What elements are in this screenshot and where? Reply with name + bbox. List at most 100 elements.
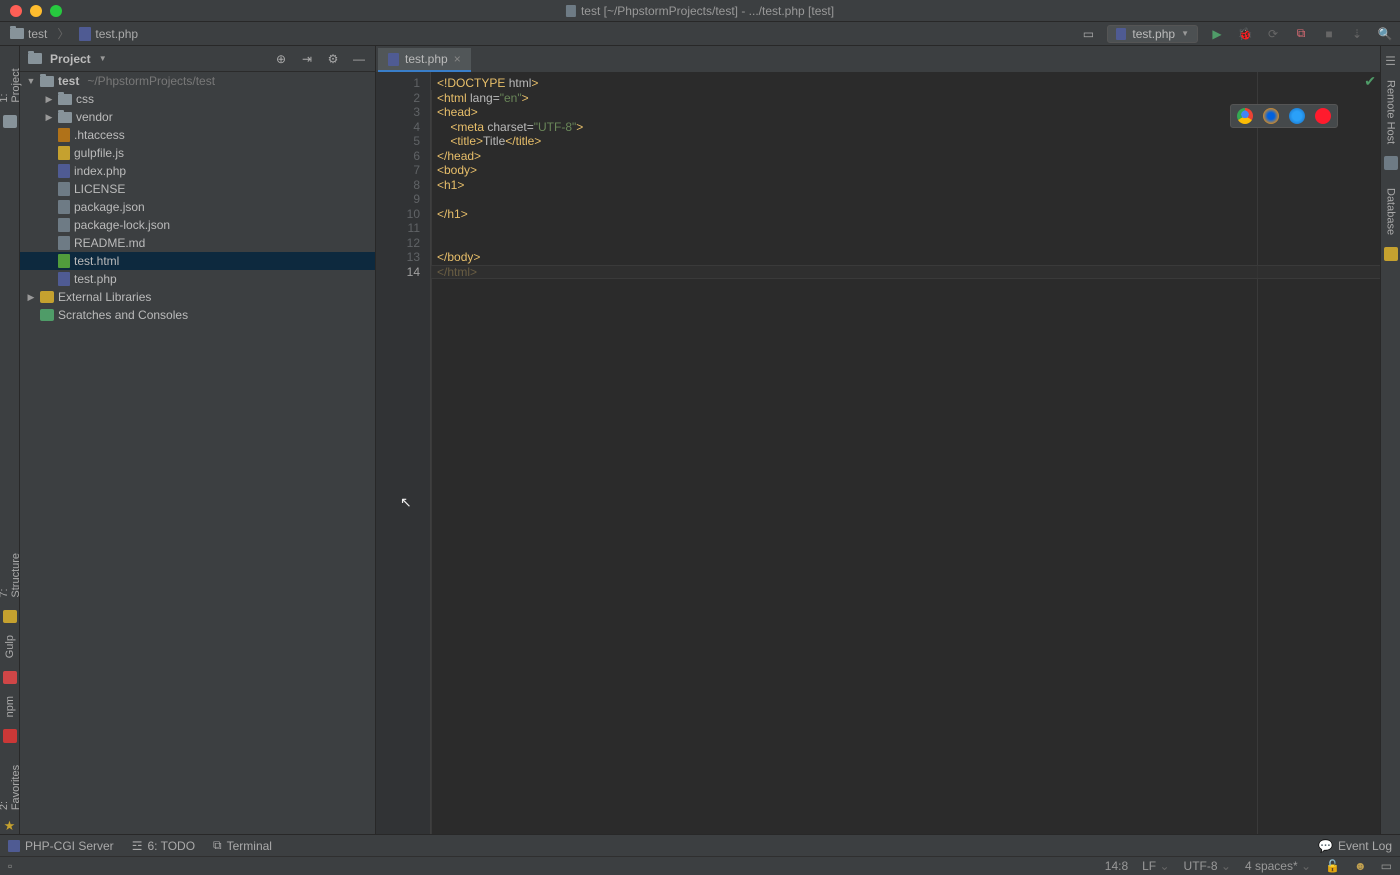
settings-stripe-icon[interactable]: ☰ <box>1384 54 1398 68</box>
line-number[interactable]: 11 <box>380 221 420 236</box>
hide-icon[interactable]: — <box>351 52 367 66</box>
vcs-update-button[interactable]: ⇣ <box>1348 27 1366 41</box>
database-stripe-icon[interactable] <box>1384 247 1398 261</box>
tree-file[interactable]: ▶test.html <box>20 252 375 270</box>
run-button[interactable]: ▶ <box>1208 27 1226 41</box>
tree-file[interactable]: ▶.htaccess <box>20 126 375 144</box>
gear-icon[interactable]: ⚙ <box>325 52 341 66</box>
code-line[interactable]: </h1> <box>437 207 1374 222</box>
code-line[interactable]: <title>Title</title> <box>437 134 1374 149</box>
remote-stripe-icon[interactable] <box>1384 156 1398 170</box>
line-number[interactable]: 2 <box>380 91 420 106</box>
collapse-icon[interactable]: ⇥ <box>299 52 315 66</box>
chevron-down-icon[interactable]: ▼ <box>99 54 107 63</box>
star-icon[interactable]: ★ <box>4 818 16 834</box>
tree-file[interactable]: ▶package-lock.json <box>20 216 375 234</box>
project-panel-title[interactable]: Project <box>50 52 91 66</box>
profile-button[interactable]: ⧉ <box>1292 26 1310 41</box>
line-number[interactable]: 10 <box>380 207 420 222</box>
tree-file[interactable]: ▶package.json <box>20 198 375 216</box>
line-number[interactable]: 13 <box>380 250 420 265</box>
status-encoding[interactable]: UTF-8 <box>1184 859 1218 873</box>
tree-folder[interactable]: ▶vendor <box>20 108 375 126</box>
project-tree[interactable]: ▼ test ~/PhpstormProjects/test ▶css▶vend… <box>20 72 375 834</box>
code-line[interactable]: </head> <box>437 149 1374 164</box>
status-line-separator[interactable]: LF <box>1142 859 1156 873</box>
code-line[interactable]: <!DOCTYPE html> <box>437 76 1374 91</box>
safari-icon[interactable] <box>1289 108 1305 124</box>
tree-folder[interactable]: ▶css <box>20 90 375 108</box>
line-number[interactable]: 8 <box>380 178 420 193</box>
project-stripe-icon[interactable] <box>3 115 17 128</box>
tree-file[interactable]: ▶README.md <box>20 234 375 252</box>
status-readonly-icon[interactable]: 🔓 <box>1325 859 1340 873</box>
structure-stripe-icon[interactable] <box>3 610 17 623</box>
gulp-stripe-icon[interactable] <box>3 671 17 684</box>
tree-root[interactable]: ▼ test ~/PhpstormProjects/test <box>20 72 375 90</box>
run-config-selector[interactable]: test.php ▼ <box>1107 25 1198 43</box>
sidebar-tab-favorites[interactable]: 2: Favorites <box>0 747 22 818</box>
debug-button[interactable]: 🐞 <box>1236 27 1254 41</box>
stop-button[interactable]: ■ <box>1320 27 1338 41</box>
sidebar-tab-project[interactable]: 1: Project <box>0 50 22 111</box>
expand-arrow-icon[interactable]: ▶ <box>44 112 54 123</box>
breadcrumb-file[interactable]: test.php <box>75 25 142 43</box>
line-number[interactable]: 9 <box>380 192 420 207</box>
line-gutter[interactable]: 1234567891011121314 <box>376 72 431 834</box>
tree-scratches[interactable]: ▶ Scratches and Consoles <box>20 306 375 324</box>
code-line[interactable] <box>437 221 1374 236</box>
chrome-icon[interactable] <box>1237 108 1253 124</box>
code-line[interactable]: <h1> <box>437 178 1374 193</box>
zoom-window-button[interactable] <box>50 5 62 17</box>
sidebar-tab-npm[interactable]: npm <box>4 688 16 725</box>
search-everywhere-button[interactable]: 🔍 <box>1376 27 1394 41</box>
tool-terminal[interactable]: ⧉ Terminal <box>213 838 272 853</box>
locate-icon[interactable]: ⊕ <box>273 52 289 66</box>
run-dashboard-icon[interactable]: ▭ <box>1079 27 1097 41</box>
status-mem-icon[interactable]: ▭ <box>1381 859 1392 873</box>
tool-event-log[interactable]: 💬 Event Log <box>1318 839 1392 853</box>
line-number[interactable]: 5 <box>380 134 420 149</box>
minimize-window-button[interactable] <box>30 5 42 17</box>
tree-file[interactable]: ▶index.php <box>20 162 375 180</box>
code-line[interactable] <box>437 192 1374 207</box>
status-inspection-icon[interactable]: ☻ <box>1354 859 1367 873</box>
code-line[interactable]: <body> <box>437 163 1374 178</box>
expand-arrow-icon[interactable]: ▶ <box>26 292 36 303</box>
code-line[interactable] <box>437 236 1374 251</box>
code-line[interactable]: </body> <box>437 250 1374 265</box>
line-number[interactable]: 4 <box>380 120 420 135</box>
expand-arrow-icon[interactable]: ▼ <box>26 76 36 86</box>
inspection-ok-icon[interactable]: ✔ <box>1364 74 1376 89</box>
firefox-icon[interactable] <box>1263 108 1279 124</box>
line-number[interactable]: 3 <box>380 105 420 120</box>
tool-window-quick-access-icon[interactable]: ▫ <box>8 859 12 873</box>
code-line[interactable]: </html> <box>437 265 1374 280</box>
line-number[interactable]: 12 <box>380 236 420 251</box>
tree-file[interactable]: ▶LICENSE <box>20 180 375 198</box>
line-number[interactable]: 6 <box>380 149 420 164</box>
sidebar-tab-gulp[interactable]: Gulp <box>4 627 16 666</box>
tool-todo[interactable]: ☲ 6: TODO <box>132 839 195 853</box>
code-area[interactable]: ✔ <!DOCTYPE html><html lang="en"><head> … <box>431 72 1380 834</box>
opera-icon[interactable] <box>1315 108 1331 124</box>
tree-file[interactable]: ▶gulpfile.js <box>20 144 375 162</box>
status-caret-pos[interactable]: 14:8 <box>1105 859 1128 873</box>
npm-stripe-icon[interactable] <box>3 729 17 742</box>
code-line[interactable]: <html lang="en"> <box>437 91 1374 106</box>
line-number[interactable]: 7 <box>380 163 420 178</box>
sidebar-tab-remote[interactable]: Remote Host <box>1385 72 1397 152</box>
editor-tab-testphp[interactable]: test.php × <box>378 48 471 72</box>
tool-php-cgi[interactable]: PHP-CGI Server <box>8 839 114 853</box>
code-editor[interactable]: 1234567891011121314 ✔ <!DOCTYPE html><ht… <box>376 72 1380 834</box>
sidebar-tab-structure[interactable]: 7: Structure <box>0 535 22 606</box>
tree-file[interactable]: ▶test.php <box>20 270 375 288</box>
tree-external-libs[interactable]: ▶ External Libraries <box>20 288 375 306</box>
sidebar-tab-database[interactable]: Database <box>1385 180 1397 243</box>
breadcrumb-project[interactable]: test <box>6 25 51 43</box>
coverage-button[interactable]: ⟳ <box>1264 27 1282 41</box>
line-number[interactable]: 1 <box>380 76 420 91</box>
status-indent[interactable]: 4 spaces* <box>1245 859 1298 873</box>
line-number[interactable]: 14 <box>380 265 420 280</box>
expand-arrow-icon[interactable]: ▶ <box>44 94 54 105</box>
